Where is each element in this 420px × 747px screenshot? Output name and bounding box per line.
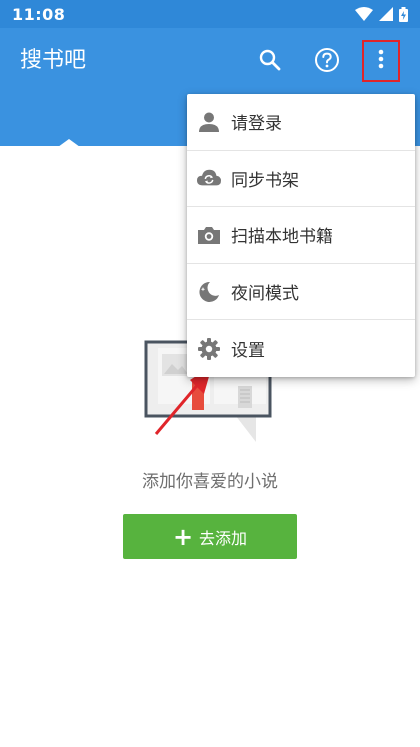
add-button-label: 去添加 <box>199 528 248 548</box>
menu-item-scan-local-books[interactable]: 扫描本地书籍 <box>187 207 415 264</box>
help-button[interactable] <box>307 42 347 82</box>
app-title: 搜书吧 <box>20 48 87 73</box>
overflow-menu: 请登录 同步书架 扫描本地书籍 夜间模式 设置 <box>187 94 415 377</box>
person-icon <box>197 110 221 134</box>
tab-indicator <box>58 139 80 147</box>
status-bar: 11:08 <box>0 0 420 28</box>
menu-item-label: 扫描本地书籍 <box>231 227 333 248</box>
more-vertical-icon <box>378 49 384 73</box>
menu-item-label: 请登录 <box>231 114 282 135</box>
menu-item-sync-bookshelf[interactable]: 同步书架 <box>187 151 415 208</box>
search-button[interactable] <box>250 42 290 82</box>
status-time: 11:08 <box>12 4 66 24</box>
signal-icon <box>379 7 393 21</box>
plus-icon: + <box>172 522 194 551</box>
menu-item-login[interactable]: 请登录 <box>187 94 415 151</box>
add-novel-button[interactable]: + 去添加 <box>123 514 297 559</box>
menu-item-label: 夜间模式 <box>231 284 299 305</box>
battery-charging-icon <box>399 6 408 22</box>
cloud-sync-icon <box>197 166 221 190</box>
menu-item-label: 设置 <box>231 341 265 362</box>
help-icon <box>314 47 340 77</box>
more-options-button[interactable] <box>362 40 400 82</box>
menu-item-label: 同步书架 <box>231 170 299 191</box>
status-icons <box>355 6 408 22</box>
search-icon <box>258 48 282 76</box>
camera-icon <box>197 223 221 247</box>
gear-icon <box>197 337 221 361</box>
menu-item-settings[interactable]: 设置 <box>187 320 415 377</box>
wifi-icon <box>355 7 373 21</box>
empty-state-message: 添加你喜爱的小说 <box>142 472 278 492</box>
night-mode-icon <box>197 280 221 304</box>
menu-item-night-mode[interactable]: 夜间模式 <box>187 264 415 321</box>
app-screen: 11:08 搜书吧 添加你喜爱的小说 + 去添加 请登录 同步书架 扫描本地书籍… <box>0 0 420 747</box>
